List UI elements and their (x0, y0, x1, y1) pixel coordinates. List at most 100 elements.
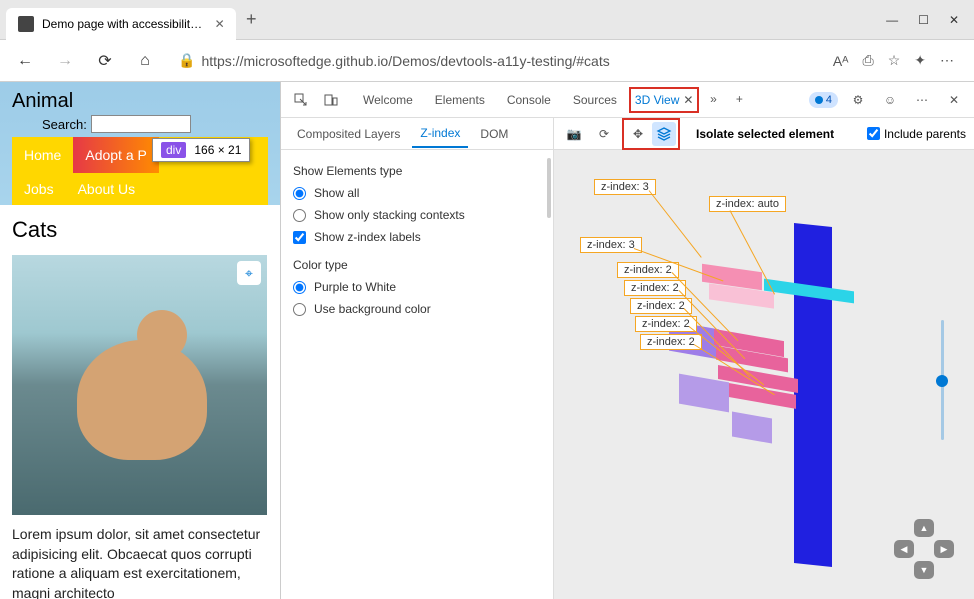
search-input[interactable] (91, 115, 191, 133)
scrollbar[interactable] (547, 158, 551, 218)
issues-count: 4 (826, 94, 832, 106)
lock-icon: 🔒 (178, 52, 195, 69)
subtab-zindex[interactable]: Z-index (412, 120, 468, 148)
tab-welcome[interactable]: Welcome (353, 87, 423, 113)
visual-search-icon[interactable]: ⌖ (237, 261, 261, 285)
inspect-icon[interactable] (289, 88, 313, 112)
home-button[interactable]: ⌂ (130, 46, 160, 76)
close-tab-3d-icon[interactable]: ✕ (683, 93, 693, 107)
include-parents[interactable]: Include parents (867, 127, 966, 141)
z-label: z-index: 2 (635, 316, 697, 332)
device-icon[interactable] (319, 88, 343, 112)
devtools-main: 📷 ⟳ ✥ Isolate selected element Include p… (554, 118, 974, 599)
page-header: Animal Search: Home Adopt a P Jobs About… (0, 82, 280, 205)
check-show-labels[interactable] (293, 231, 306, 244)
zoom-slider[interactable] (941, 320, 944, 440)
check-include-parents[interactable] (867, 127, 880, 140)
close-window-icon[interactable]: ✕ (949, 13, 959, 27)
z-label: z-index: auto (709, 196, 786, 212)
nav-about[interactable]: About Us (66, 173, 148, 205)
radio-show-all[interactable] (293, 187, 306, 200)
issues-badge[interactable]: 4 (809, 92, 838, 108)
subtabs: Composited Layers Z-index DOM (281, 118, 553, 150)
favicon (18, 16, 34, 32)
tooltip-tag: div (161, 142, 186, 158)
opt-show-labels[interactable]: Show z-index labels (293, 230, 541, 244)
dpad-up[interactable]: ▲ (914, 519, 934, 537)
menu-icon[interactable]: ⋯ (940, 52, 954, 69)
subtab-composited[interactable]: Composited Layers (289, 121, 408, 147)
devtools-panel: Welcome Elements Console Sources 3D View… (280, 82, 974, 599)
translate-icon[interactable]: ⎙ (863, 52, 874, 69)
z-label: z-index: 3 (594, 179, 656, 195)
nav-jobs[interactable]: Jobs (12, 173, 66, 205)
tab-elements[interactable]: Elements (425, 87, 495, 113)
options-panel: Show Elements type Show all Show only st… (281, 150, 553, 338)
dpad-right[interactable]: ▶ (934, 540, 954, 558)
more-tabs-icon[interactable]: » (701, 87, 725, 111)
3d-block-purple[interactable] (732, 411, 772, 443)
devtools-sidebar: Composited Layers Z-index DOM Show Eleme… (281, 118, 554, 599)
body-text: Lorem ipsum dolor, sit amet consectetur … (12, 525, 268, 599)
reset-view-icon[interactable]: ⟳ (592, 122, 616, 146)
opt-show-only[interactable]: Show only stacking contexts (293, 208, 541, 222)
new-tab-button[interactable]: + (246, 9, 257, 30)
toolbar: ← → ⟳ ⌂ 🔒 https://microsoftedge.github.i… (0, 40, 974, 82)
address-bar[interactable]: 🔒 https://microsoftedge.github.io/Demos/… (170, 48, 670, 73)
page-content: Animal Search: Home Adopt a P Jobs About… (0, 82, 280, 599)
color-type-title: Color type (293, 258, 541, 272)
layers-icon[interactable] (652, 122, 676, 146)
opt-bg-color[interactable]: Use background color (293, 302, 541, 316)
favorites-icon[interactable]: ☆ (888, 52, 901, 69)
issue-dot-icon (815, 96, 823, 104)
dpad: ▲ ▼ ◀ ▶ (894, 519, 954, 579)
window-titlebar: Demo page with accessibility iss ✕ + — ☐… (0, 0, 974, 40)
dpad-down[interactable]: ▼ (914, 561, 934, 579)
devtools-close-icon[interactable]: ✕ (942, 88, 966, 112)
screenshot-icon[interactable]: 📷 (562, 122, 586, 146)
zoom-slider-thumb[interactable] (936, 375, 948, 387)
close-tab-icon[interactable]: ✕ (215, 17, 224, 31)
tab-3d-view[interactable]: 3D View (635, 93, 679, 107)
site-title: Animal (12, 90, 268, 113)
z-label: z-index: 2 (630, 298, 692, 314)
url-text: https://microsoftedge.github.io/Demos/de… (201, 53, 609, 69)
window-controls: — ☐ ✕ (886, 13, 974, 27)
feedback-icon[interactable]: ☺ (878, 88, 902, 112)
tab-console[interactable]: Console (497, 87, 561, 113)
show-elements-title: Show Elements type (293, 164, 541, 178)
3d-block-blue[interactable] (794, 223, 832, 567)
highlighted-controls: ✥ (622, 118, 680, 150)
minimize-icon[interactable]: — (886, 13, 898, 27)
isolate-label: Isolate selected element (696, 127, 834, 141)
element-tooltip: div 166 × 21 (152, 138, 250, 162)
radio-show-only[interactable] (293, 209, 306, 222)
tab-sources[interactable]: Sources (563, 87, 627, 113)
search-label: Search: (42, 117, 87, 132)
radio-bg-color[interactable] (293, 303, 306, 316)
cat-image: ⌖ (12, 255, 267, 515)
settings-icon[interactable]: ⚙ (846, 88, 870, 112)
nav-adopt[interactable]: Adopt a P (73, 137, 159, 173)
back-button[interactable]: ← (10, 46, 40, 76)
opt-purple-white[interactable]: Purple to White (293, 280, 541, 294)
browser-tab[interactable]: Demo page with accessibility iss ✕ (6, 8, 236, 40)
maximize-icon[interactable]: ☐ (918, 13, 929, 27)
dpad-left[interactable]: ◀ (894, 540, 914, 558)
devtools-menu-icon[interactable]: ⋯ (910, 88, 934, 112)
radio-purple-white[interactable] (293, 281, 306, 294)
opt-show-all[interactable]: Show all (293, 186, 541, 200)
sub-nav: Jobs About Us (12, 173, 268, 205)
refresh-button[interactable]: ⟳ (90, 46, 120, 76)
forward-button[interactable]: → (50, 46, 80, 76)
nav-home[interactable]: Home (12, 137, 73, 173)
add-tab-icon[interactable]: + (727, 87, 751, 111)
tab-title: Demo page with accessibility iss (42, 17, 203, 31)
copilot-icon[interactable]: ✦ (914, 52, 926, 69)
reading-mode-icon[interactable]: Aᴬ (833, 53, 849, 69)
subtab-dom[interactable]: DOM (472, 121, 516, 147)
3d-toolbar: 📷 ⟳ ✥ Isolate selected element Include p… (554, 118, 974, 150)
3d-viewport[interactable]: z-index: 3 z-index: auto z-index: 3 z-in… (554, 150, 974, 599)
pan-icon[interactable]: ✥ (626, 122, 650, 146)
devtools-header: Welcome Elements Console Sources 3D View… (281, 82, 974, 118)
